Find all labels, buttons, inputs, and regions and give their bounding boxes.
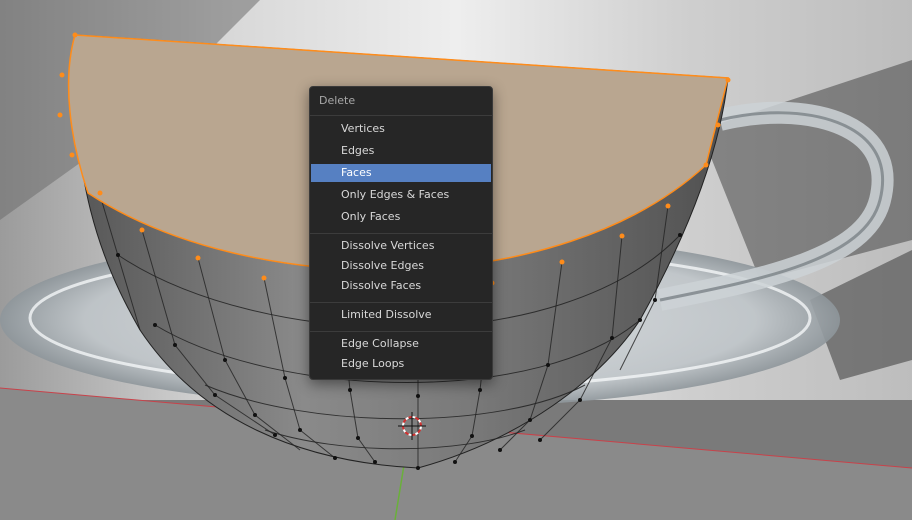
- menu-item-edge-loops[interactable]: Edge Loops: [311, 355, 491, 373]
- menu-item-only-edges-faces[interactable]: Only Edges & Faces: [311, 186, 491, 204]
- menu-item-limited-dissolve[interactable]: Limited Dissolve: [311, 306, 491, 324]
- menu-item-edges[interactable]: Edges: [311, 142, 491, 160]
- menu-separator: [310, 331, 492, 332]
- menu-item-vertices[interactable]: Vertices: [311, 120, 491, 138]
- menu-item-only-faces[interactable]: Only Faces: [311, 208, 491, 226]
- menu-item-faces[interactable]: Faces: [311, 164, 491, 182]
- menu-separator: [310, 233, 492, 234]
- menu-item-dissolve-faces[interactable]: Dissolve Faces: [311, 277, 491, 295]
- menu-item-dissolve-edges[interactable]: Dissolve Edges: [311, 257, 491, 275]
- delete-menu: Delete Vertices Edges Faces Only Edges & Fa…: [309, 86, 493, 380]
- menu-item-dissolve-vertices[interactable]: Dissolve Vertices: [311, 237, 491, 255]
- menu-separator: [310, 302, 492, 303]
- menu-title: Delete: [319, 94, 356, 107]
- menu-item-edge-collapse[interactable]: Edge Collapse: [311, 335, 491, 353]
- menu-separator: [310, 115, 492, 116]
